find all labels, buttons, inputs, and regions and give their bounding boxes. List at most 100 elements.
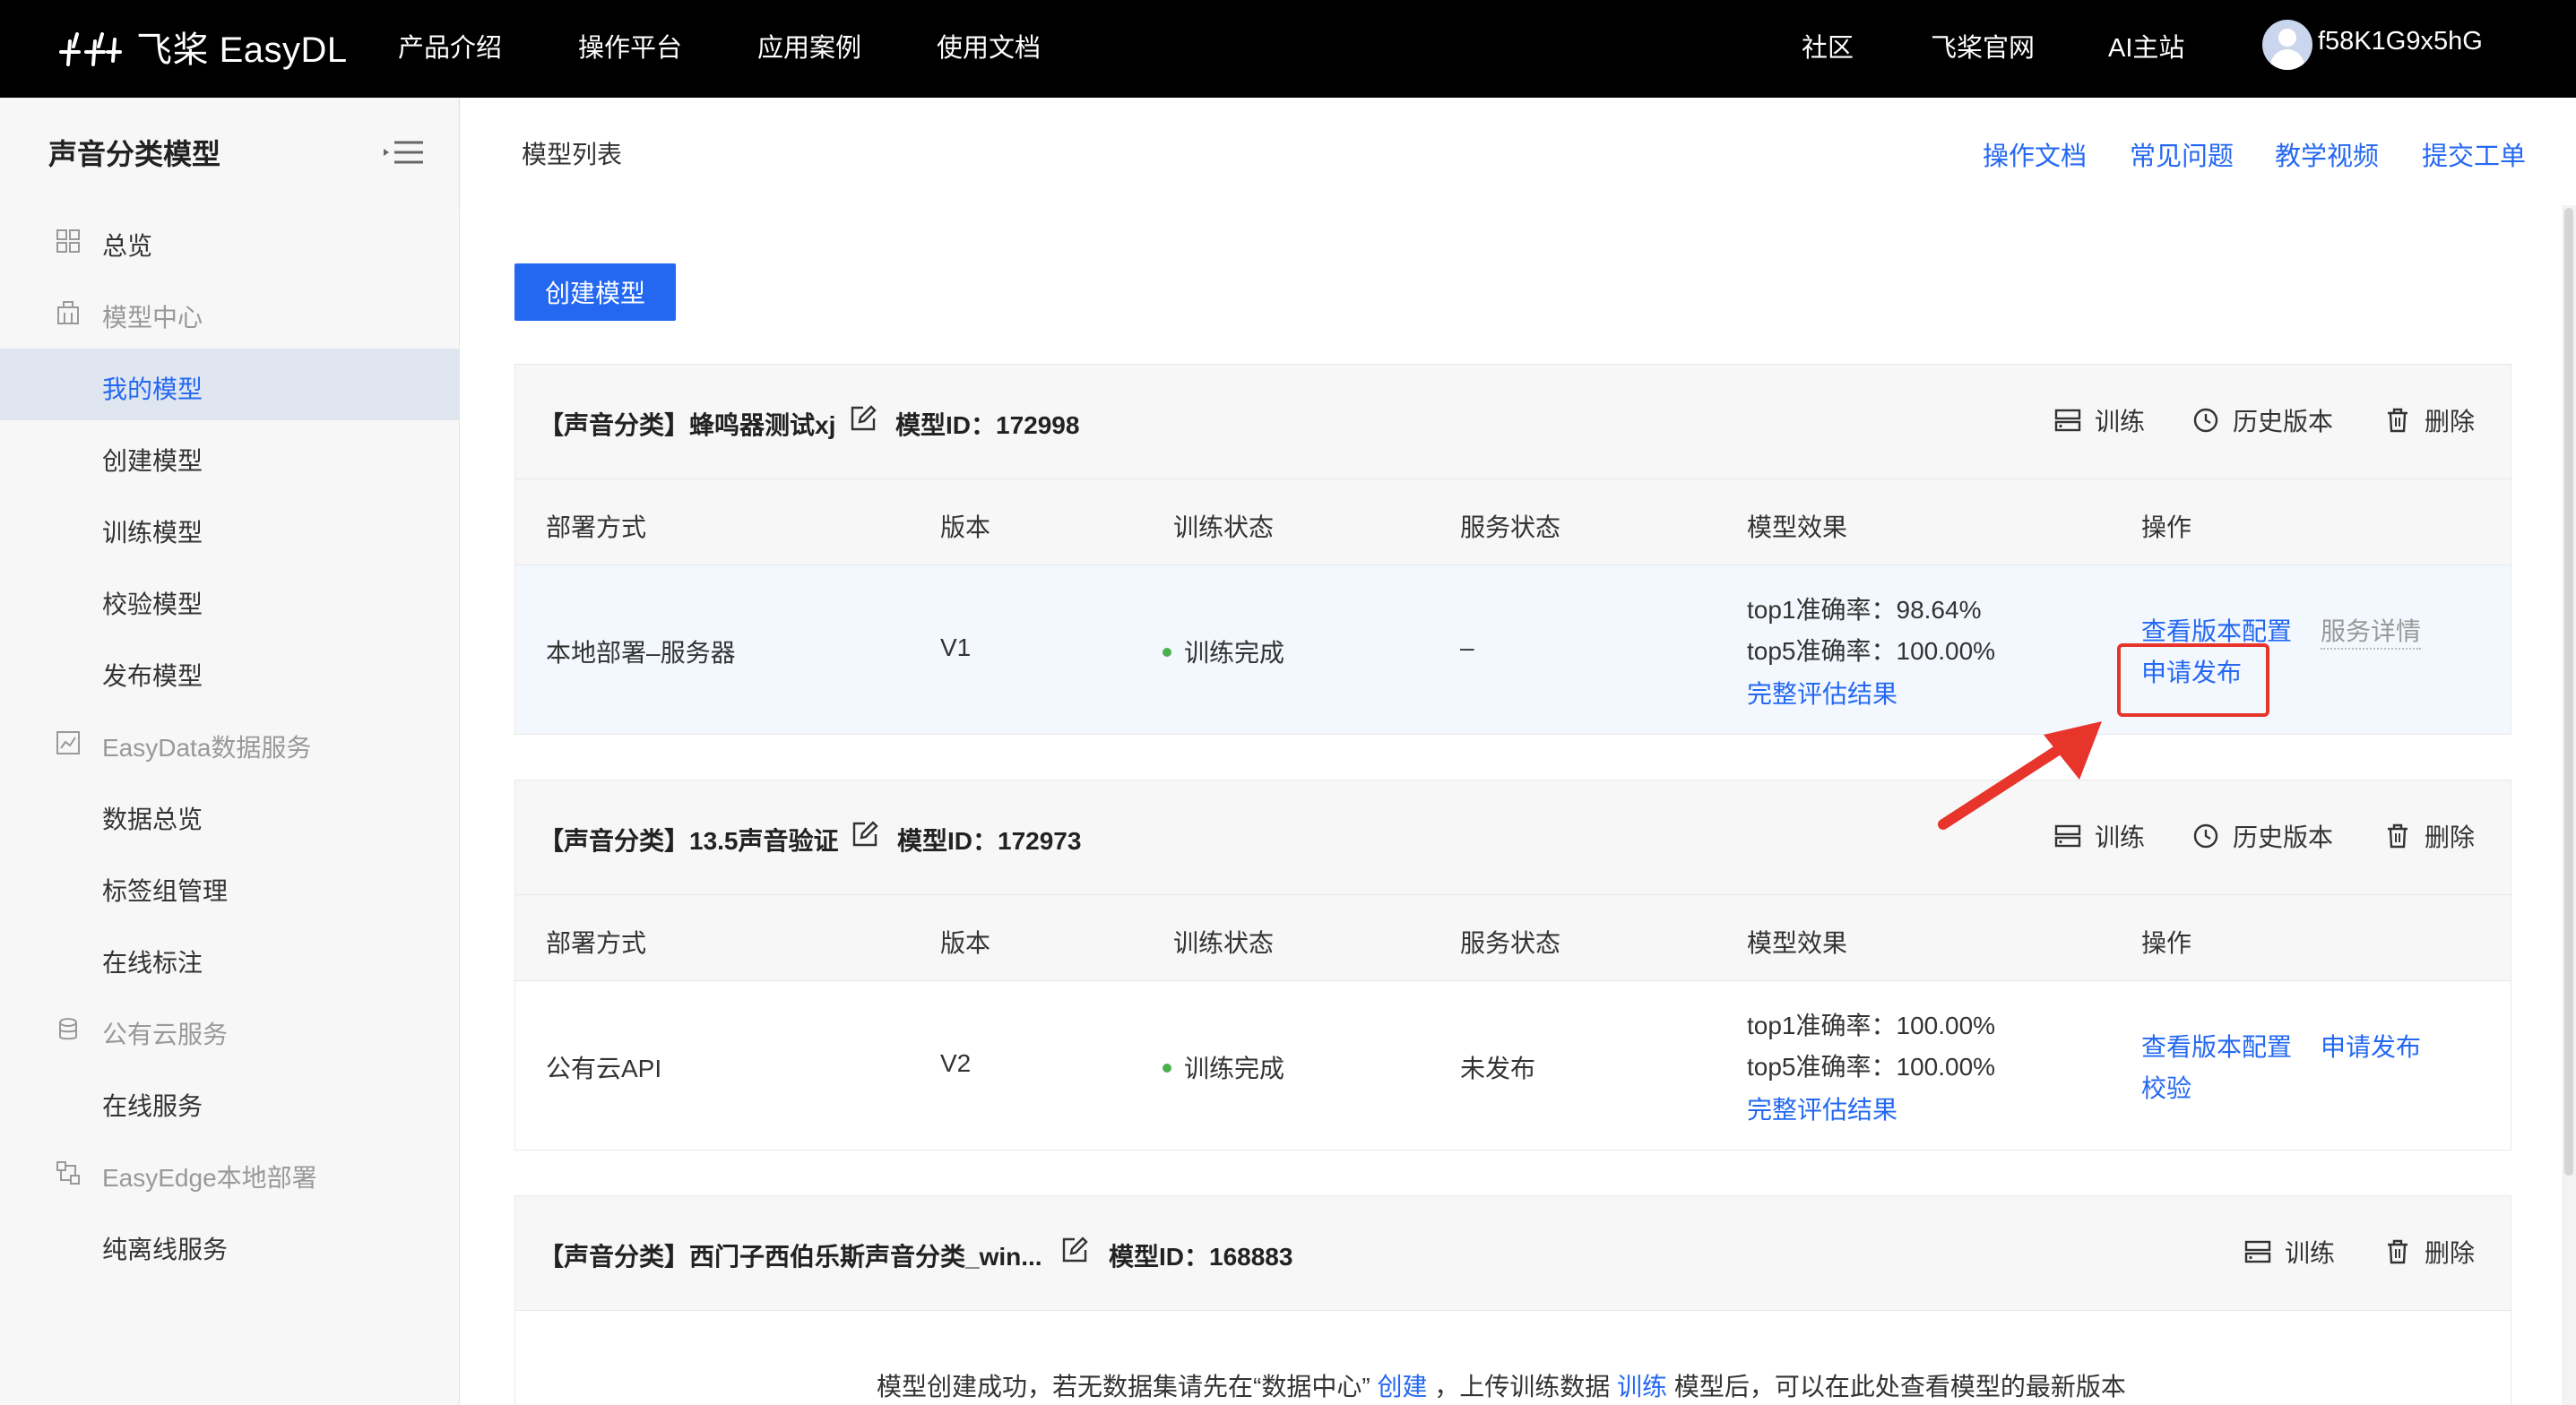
train-action[interactable]: 训练 xyxy=(2243,1232,2335,1271)
edit-icon[interactable] xyxy=(851,820,879,849)
column-header: 模型效果 xyxy=(1747,513,1848,541)
delete-label: 删除 xyxy=(2425,823,2476,851)
top5-accuracy: top5准确率：100.00% xyxy=(1747,637,1996,665)
version: V1 xyxy=(940,634,972,661)
sidebar-group-label: 模型中心 xyxy=(102,304,203,332)
link-operation-docs[interactable]: 操作文档 xyxy=(1983,135,2087,173)
nav-link-ai-main[interactable]: AI主站 xyxy=(2108,27,2184,65)
view-version-config-link[interactable]: 查看版本配置 xyxy=(2141,1028,2292,1064)
column-header: 操作 xyxy=(2141,513,2192,541)
column-header: 版本 xyxy=(940,513,991,541)
delete-action[interactable]: 删除 xyxy=(2383,1232,2475,1271)
train-label: 训练 xyxy=(2285,1239,2336,1267)
nav-link-products[interactable]: 产品介绍 xyxy=(398,27,502,65)
service-details-link[interactable]: 服务详情 xyxy=(2321,612,2422,650)
sidebar-item-publish-model[interactable]: 发布模型 xyxy=(0,635,459,707)
sidebar-group-public-cloud: 公有云服务 xyxy=(0,994,459,1065)
full-evaluation-link[interactable]: 完整评估结果 xyxy=(1747,675,1897,711)
avatar-body-icon xyxy=(2270,49,2304,70)
column-header: 服务状态 xyxy=(1460,929,1561,957)
validate-link[interactable]: 校验 xyxy=(2141,1069,2191,1105)
column-header: 训练状态 xyxy=(1173,513,1275,541)
column-header: 操作 xyxy=(2141,929,2192,957)
model-title: 【声音分类】13.5声音验证 xyxy=(539,827,839,855)
empty-message-suffix: 模型后，可以在此处查看模型的最新版本 xyxy=(1673,1373,2126,1401)
nav-link-platform[interactable]: 操作平台 xyxy=(578,27,682,65)
deploy-method: 本地部署–服务器 xyxy=(546,639,736,667)
sidebar-item-online-service[interactable]: 在线服务 xyxy=(0,1065,459,1137)
link-faq[interactable]: 常见问题 xyxy=(2130,135,2234,173)
highlight-box xyxy=(2117,643,2269,717)
link-submit-ticket[interactable]: 提交工单 xyxy=(2422,135,2526,173)
delete-action[interactable]: 删除 xyxy=(2383,816,2475,856)
link-tutorial-videos[interactable]: 教学视频 xyxy=(2275,135,2379,173)
model-card-header: 【声音分类】13.5声音验证 模型ID：172973 训练 历史版本 删除 xyxy=(515,780,2511,895)
train-label: 训练 xyxy=(2095,408,2146,435)
paddle-logo-icon xyxy=(59,32,122,66)
trash-icon xyxy=(2388,823,2407,849)
view-version-config-link[interactable]: 查看版本配置 xyxy=(2141,612,2292,648)
delete-action[interactable]: 删除 xyxy=(2383,401,2475,440)
brand-name: 飞桨 EasyDL xyxy=(136,30,348,70)
sidebar-item-label: 创建模型 xyxy=(102,447,203,475)
scrollbar-thumb[interactable] xyxy=(2564,208,2573,1176)
status-dot-icon xyxy=(1163,1063,1171,1073)
collapse-menu-icon[interactable] xyxy=(382,139,425,166)
service-status: 未发布 xyxy=(1460,1055,1536,1082)
model-card-header: 【声音分类】西门子西伯乐斯声音分类_win... 模型ID：168883 训练 … xyxy=(515,1196,2511,1311)
sidebar-item-label: 纯离线服务 xyxy=(102,1236,229,1263)
nav-link-cases[interactable]: 应用案例 xyxy=(757,27,861,65)
avatar[interactable] xyxy=(2262,20,2312,70)
sidebar-group-easydata: EasyData数据服务 xyxy=(0,707,459,779)
version: V2 xyxy=(940,1049,972,1077)
sidebar-item-label-groups[interactable]: 标签组管理 xyxy=(0,850,459,922)
nav-link-paddle-site[interactable]: 飞桨官网 xyxy=(1931,27,2035,65)
sidebar-item-label: 在线服务 xyxy=(102,1092,203,1120)
train-link[interactable]: 训练 xyxy=(1617,1373,1667,1401)
service-status: – xyxy=(1460,634,1474,661)
sidebar-item-validate-model[interactable]: 校验模型 xyxy=(0,564,459,635)
train-action[interactable]: 训练 xyxy=(2053,401,2145,440)
model-id: 模型ID：172973 xyxy=(897,827,1082,855)
nav-link-docs[interactable]: 使用文档 xyxy=(937,27,1041,65)
edge-icon xyxy=(56,1161,80,1185)
username[interactable]: f58K1G9x5hG xyxy=(2318,27,2483,56)
server-icon xyxy=(2054,409,2081,432)
sidebar-item-train-model[interactable]: 训练模型 xyxy=(0,492,459,564)
top1-accuracy: top1准确率：100.00% xyxy=(1747,1012,1996,1039)
sidebar-item-my-models[interactable]: 我的模型 xyxy=(0,349,459,420)
sidebar-item-overview[interactable]: 总览 xyxy=(0,205,459,277)
sidebar-item-label: 标签组管理 xyxy=(102,877,229,905)
train-status: 训练完成 xyxy=(1163,634,1284,669)
sidebar-item-offline-service[interactable]: 纯离线服务 xyxy=(0,1209,459,1280)
status-dot-icon xyxy=(1163,647,1171,657)
column-header: 服务状态 xyxy=(1460,513,1561,541)
brand-logo[interactable]: 飞桨 EasyDL xyxy=(56,20,348,73)
clock-icon xyxy=(2193,823,2218,849)
database-icon xyxy=(59,1018,77,1040)
sidebar-item-data-overview[interactable]: 数据总览 xyxy=(0,779,459,850)
top1-accuracy: top1准确率：98.64% xyxy=(1747,596,1982,624)
model-card-header: 【声音分类】蜂鸣器测试xj 模型ID：172998 训练 历史版本 删除 xyxy=(515,365,2511,479)
server-icon xyxy=(2244,1240,2271,1263)
trash-icon xyxy=(2388,408,2407,433)
create-model-button[interactable]: 创建模型 xyxy=(514,263,676,321)
table-row: 公有云API V2 训练完成 未发布 top1准确率：100.00% top5准… xyxy=(515,981,2511,1150)
edit-icon[interactable] xyxy=(849,404,877,433)
sidebar-item-create-model[interactable]: 创建模型 xyxy=(0,420,459,492)
nav-link-community[interactable]: 社区 xyxy=(1802,27,1854,65)
full-evaluation-link[interactable]: 完整评估结果 xyxy=(1747,1090,1897,1126)
create-dataset-link[interactable]: 创建 xyxy=(1377,1373,1427,1401)
sidebar-item-online-annotation[interactable]: 在线标注 xyxy=(0,922,459,994)
column-header: 模型效果 xyxy=(1747,929,1848,957)
history-versions-action[interactable]: 历史版本 xyxy=(2191,401,2333,440)
table-header: 部署方式 版本 训练状态 服务状态 模型效果 操作 xyxy=(515,895,2511,981)
deploy-method: 公有云API xyxy=(546,1055,662,1082)
edit-icon[interactable] xyxy=(1060,1236,1089,1264)
history-versions-action[interactable]: 历史版本 xyxy=(2191,816,2333,856)
train-status-text: 训练完成 xyxy=(1184,1055,1285,1082)
sidebar-group-model-center: 模型中心 xyxy=(0,277,459,349)
top5-accuracy: top5准确率：100.00% xyxy=(1747,1053,1996,1081)
table-header: 部署方式 版本 训练状态 服务状态 模型效果 操作 xyxy=(515,479,2511,565)
apply-publish-link[interactable]: 申请发布 xyxy=(2321,1028,2421,1064)
